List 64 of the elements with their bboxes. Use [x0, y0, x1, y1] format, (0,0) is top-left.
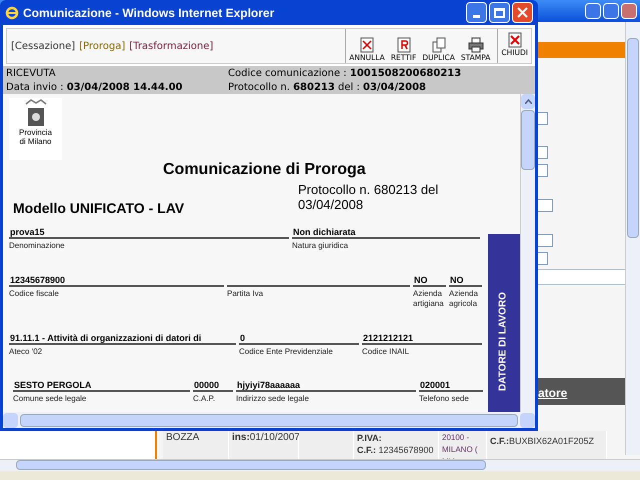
receipt-heading: RICEVUTA — [6, 67, 57, 80]
horizontal-scrollbar[interactable] — [3, 412, 535, 428]
field-label: Natura giuridica — [292, 241, 350, 251]
model-name: Modello UNIFICATO - LAV — [13, 199, 184, 218]
logo-text: Provincia di Milano — [18, 128, 53, 146]
close-icon — [506, 32, 523, 48]
field-value: 12345678900 — [10, 275, 66, 285]
table-cell: C.F.: 12345678900 — [357, 444, 435, 456]
maximize-button[interactable] — [489, 2, 510, 23]
field-value: 91.11.1 - Attività di organizzazioni di datori di — [10, 333, 202, 343]
send-date: Data invio : 03/04/2008 14.44.00 — [6, 80, 184, 94]
table-cell: 20100 - MILANO ( — [439, 431, 487, 459]
protocol-number: Protocollo n. 680213 del : 03/04/2008 — [228, 80, 427, 94]
field-value: 0 — [240, 333, 246, 343]
table-cell-text: P.IVA: — [357, 432, 383, 444]
communication-code: Codice comunicazione : 1001508200680213 — [228, 67, 462, 80]
scrollbar-thumb[interactable] — [521, 110, 535, 170]
column-header[interactable]: atore — [538, 384, 568, 402]
horizontal-scrollbar[interactable] — [0, 459, 640, 471]
field-label: Codice Ente Previdenziale — [239, 347, 334, 357]
minimize-button[interactable] — [585, 3, 601, 19]
field-value: 020001 — [420, 380, 450, 390]
field-label: Azienda agricola — [449, 289, 479, 309]
vertical-scrollbar[interactable] — [520, 94, 535, 412]
field-label: Azienda artigiana — [413, 289, 445, 309]
close-button[interactable] — [512, 2, 533, 23]
copy-icon — [430, 37, 447, 53]
field-label: Denominazione — [9, 241, 66, 251]
field-label: C.A.P. — [193, 394, 216, 404]
document-title: Comunicazione di Proroga — [163, 161, 366, 179]
field-label: Telefono sede — [419, 394, 470, 404]
letter-r-icon — [396, 37, 412, 53]
field-value: prova15 — [10, 227, 45, 237]
table-cell: C.F.:BUXBIX62A01F205Z — [487, 431, 607, 459]
menu-link[interactable]: [Cessazione] — [11, 38, 76, 54]
cancel-icon — [359, 37, 376, 53]
field-value: 00000 — [194, 380, 220, 390]
minimize-button[interactable] — [466, 2, 487, 23]
document-protocol: Protocollo n. 680213 del 03/04/2008 — [298, 182, 440, 212]
menu-link[interactable]: [Trasformazione] — [129, 38, 214, 54]
field-label: Codice fiscale — [9, 289, 60, 299]
field-label: Partita Iva — [227, 289, 264, 299]
close-icon — [517, 7, 528, 18]
coat-of-arms-icon — [22, 98, 48, 128]
table-cell: ins:01/10/2007 — [229, 431, 299, 459]
field-label: Codice INAIL — [362, 347, 410, 357]
restore-button[interactable] — [603, 3, 619, 19]
field-label: Indirizzo sede legale — [236, 394, 310, 404]
table-cell: BOZZA — [163, 431, 229, 459]
field-value: NO — [414, 275, 428, 285]
field-label: Ateco '02 — [9, 347, 44, 357]
close-button[interactable] — [621, 3, 637, 19]
menu-link[interactable]: [Proroga] — [79, 38, 126, 54]
field-value: Non dichiarata — [293, 227, 356, 237]
field-value: 2121212121 — [363, 333, 414, 343]
window-title: Comunicazione - Windows Internet Explorer — [23, 4, 274, 22]
field-value: NO — [450, 275, 464, 285]
vertical-scrollbar[interactable] — [625, 22, 640, 455]
section-title: DATORE DI LAVORO — [496, 291, 510, 393]
field-label: Comune sede legale — [13, 394, 88, 404]
browser-icon — [5, 6, 19, 20]
field-value: hjyiyi78aaaaaa — [237, 380, 300, 390]
field-value: SESTO PERGOLA — [14, 380, 92, 390]
printer-icon — [468, 37, 484, 53]
